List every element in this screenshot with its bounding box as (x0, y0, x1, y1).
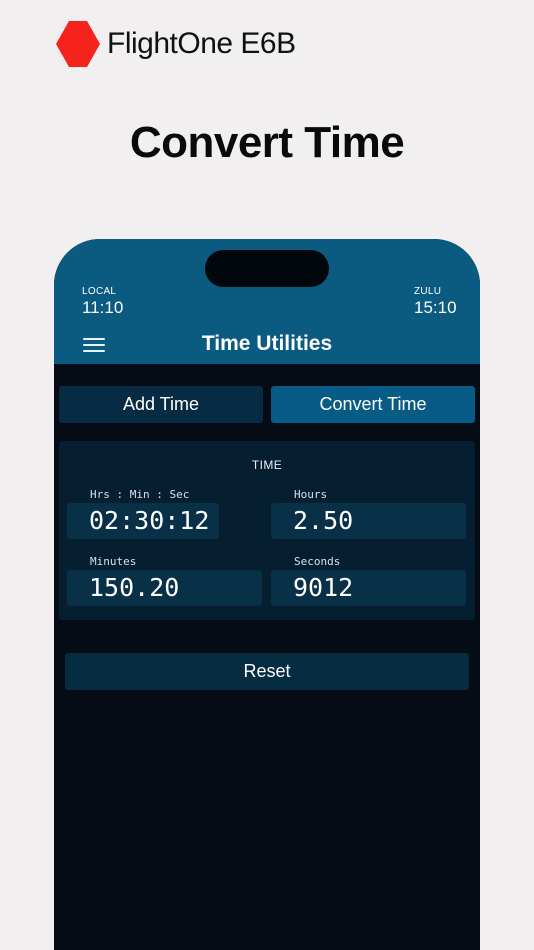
local-time-label: LOCAL (82, 286, 117, 297)
seconds-field[interactable]: 9012 (271, 570, 466, 606)
flightone-logo-icon (56, 21, 100, 67)
hours-field[interactable]: 2.50 (271, 503, 466, 539)
app-header: LOCAL 11:10 ZULU 15:10 Time Utilities (54, 239, 480, 364)
screen-title: Time Utilities (201, 332, 333, 355)
hms-label: Hrs : Min : Sec (90, 488, 190, 501)
brand: FlightOne E6B (55, 20, 296, 68)
seconds-label: Seconds (294, 555, 341, 568)
reset-button[interactable]: Reset (65, 653, 469, 690)
hours-label: Hours (294, 488, 328, 501)
hms-field[interactable]: 02:30:12 (67, 503, 219, 539)
zulu-time-display: ZULU 15:10 (414, 286, 457, 318)
zulu-time-value: 15:10 (414, 298, 457, 317)
zulu-time-label: ZULU (414, 286, 442, 297)
brand-name: FlightOne E6B (107, 27, 296, 60)
page-headline: Convert Time (129, 118, 405, 167)
tab-convert-time[interactable]: Convert Time (271, 386, 475, 423)
panel-title: TIME (251, 458, 283, 472)
minutes-label: Minutes (90, 555, 137, 568)
local-time-display: LOCAL 11:10 (82, 286, 123, 318)
dynamic-island (205, 250, 329, 287)
tab-add-time[interactable]: Add Time (59, 386, 263, 423)
phone-frame: LOCAL 11:10 ZULU 15:10 Time Utilities Ad… (54, 239, 480, 950)
time-panel: TIME Hrs : Min : Sec 02:30:12 Hours 2.50… (59, 441, 475, 620)
minutes-field[interactable]: 150.20 (67, 570, 262, 606)
local-time-value: 11:10 (82, 298, 124, 317)
